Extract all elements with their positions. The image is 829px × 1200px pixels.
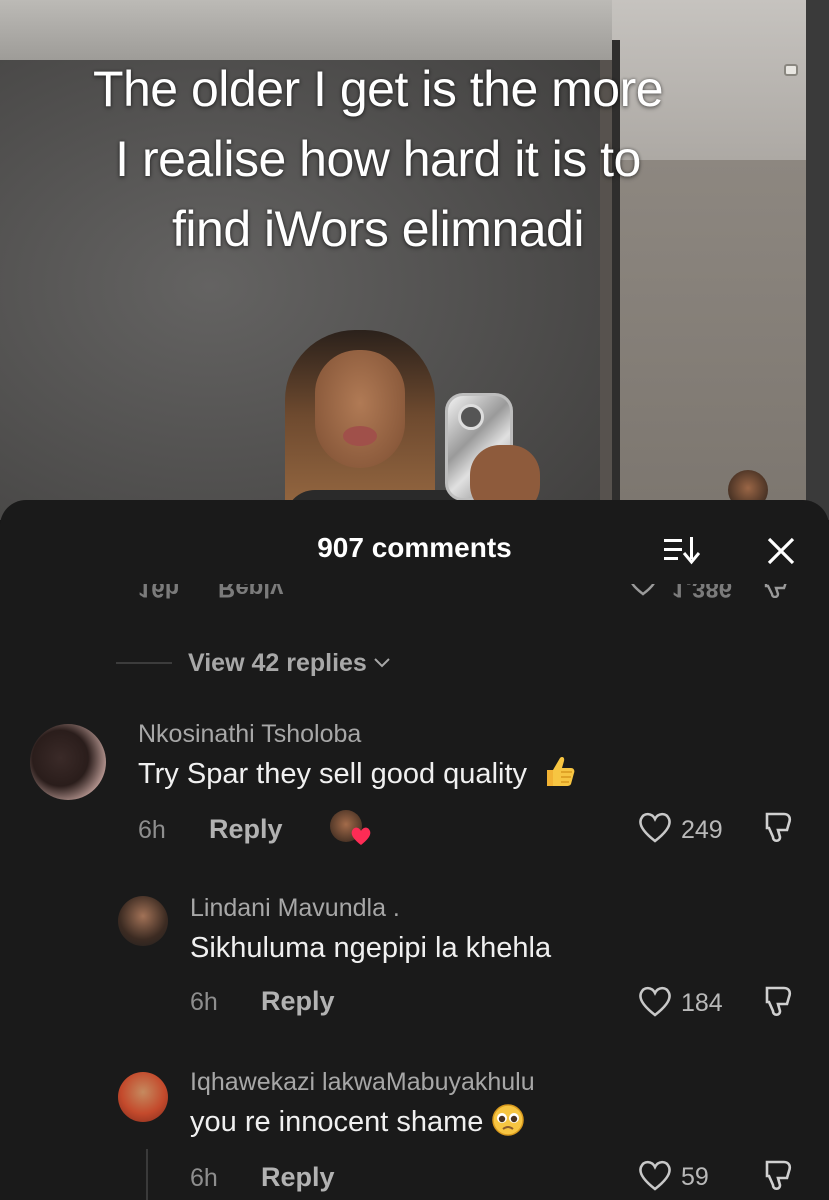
comments-header: 907 comments: [0, 500, 829, 590]
comment-time: 6h: [190, 988, 218, 1016]
comment-text: Try Spar they sell good quality: [138, 757, 577, 791]
creator-liked-badge: [330, 808, 374, 848]
lips: [343, 426, 377, 446]
comment-text-body: you re innocent shame: [190, 1106, 484, 1138]
view-replies-link[interactable]: View 42 replies: [116, 648, 391, 678]
comments-panel: 907 comments 16h Reply 1,386 View 42 rep…: [0, 500, 829, 1200]
face: [315, 350, 405, 468]
comment-time: 6h: [190, 1164, 218, 1192]
heart-icon[interactable]: [638, 986, 672, 1018]
heart-icon[interactable]: [638, 812, 672, 844]
chevron-down-icon: [374, 658, 390, 668]
comment-username[interactable]: Iqhawekazi lakwaMabuyakhulu: [190, 1068, 535, 1097]
thread-line: [146, 1149, 148, 1200]
comments-count: 907 comments: [317, 532, 512, 563]
dislike-icon[interactable]: [762, 584, 794, 598]
previous-comment-likes: 1,386: [672, 584, 733, 602]
door-frame: [806, 0, 829, 520]
video-caption: The older I get is the more I realise ho…: [18, 54, 738, 264]
heart-icon: [351, 827, 371, 845]
pleading-face-icon: [492, 1104, 525, 1137]
avatar[interactable]: [118, 896, 168, 946]
dislike-icon[interactable]: [762, 1158, 798, 1194]
like-count: 249: [681, 816, 723, 844]
video-frame[interactable]: The older I get is the more I realise ho…: [0, 0, 829, 520]
replies-divider: [116, 662, 172, 664]
like-count: 184: [681, 989, 723, 1017]
thumbs-up-icon: [547, 757, 575, 787]
avatar[interactable]: [118, 1072, 168, 1122]
phone-camera: [458, 404, 484, 430]
previous-comment-time: 16h: [138, 584, 180, 602]
sort-icon[interactable]: [664, 535, 700, 565]
heart-icon[interactable]: [628, 584, 658, 596]
dislike-icon[interactable]: [762, 810, 798, 846]
ceiling-light: [784, 64, 798, 76]
comment-username[interactable]: Nkosinathi Tsholoba: [138, 720, 361, 749]
reply-button[interactable]: Reply: [209, 814, 283, 845]
view-replies-label: View 42 replies: [188, 648, 367, 677]
previous-comment-reply[interactable]: Reply: [218, 584, 283, 602]
like-count: 59: [681, 1163, 709, 1191]
previous-comment-actions: 16h Reply 1,386: [0, 584, 829, 608]
caption-line-1: The older I get is the more: [92, 61, 664, 117]
avatar[interactable]: [30, 724, 106, 800]
close-icon[interactable]: [766, 536, 796, 566]
comment-text: you re innocent shame: [190, 1104, 525, 1139]
reply-button[interactable]: Reply: [261, 986, 335, 1017]
caption-line-3: find iWors elimnadi: [172, 201, 584, 257]
comment-username[interactable]: Lindani Mavundla .: [190, 894, 400, 923]
comment-text: Sikhuluma ngepipi la khehla: [190, 932, 552, 964]
heart-icon[interactable]: [638, 1160, 672, 1192]
comment-time: 6h: [138, 816, 166, 844]
comment-text-body: Try Spar they sell good quality: [138, 758, 528, 790]
reply-button[interactable]: Reply: [261, 1162, 335, 1193]
caption-line-2: I realise how hard it is to: [115, 131, 641, 187]
dislike-icon[interactable]: [762, 984, 798, 1020]
